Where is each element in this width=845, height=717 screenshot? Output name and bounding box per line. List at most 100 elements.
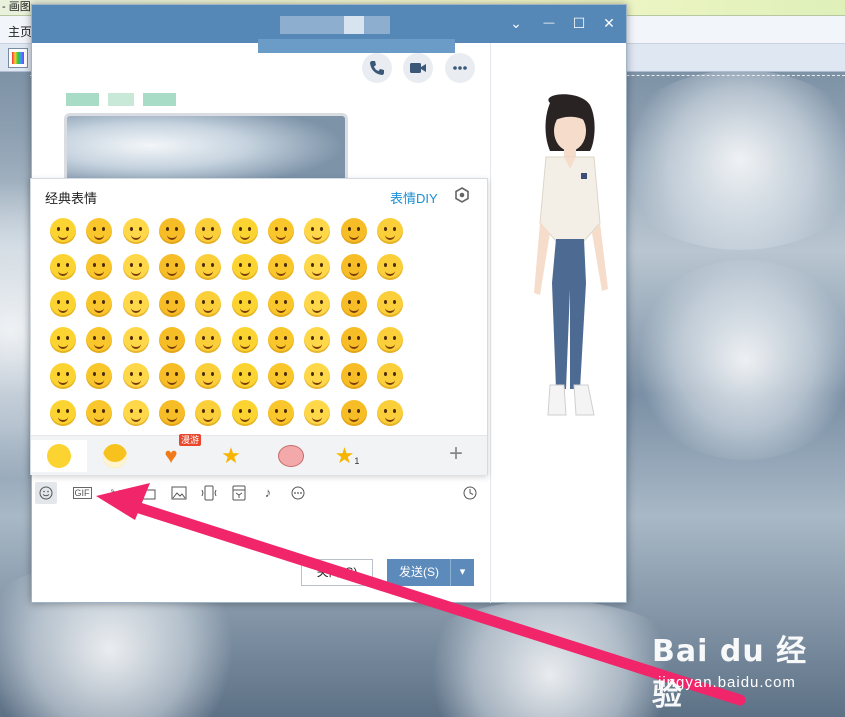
emoji-tab-cartoon[interactable] bbox=[263, 440, 319, 472]
gif-button[interactable]: GIF bbox=[69, 482, 95, 504]
emoji-cell[interactable] bbox=[335, 358, 371, 394]
add-emoji-button[interactable]: + bbox=[449, 440, 463, 468]
emoji-picker-button[interactable] bbox=[35, 482, 57, 504]
maximize-button[interactable]: ☐ bbox=[570, 14, 588, 32]
emoji-cell[interactable] bbox=[45, 286, 81, 322]
emoji-cell[interactable] bbox=[81, 394, 117, 430]
emoji-cell[interactable] bbox=[226, 358, 262, 394]
emoji-cell[interactable] bbox=[81, 249, 117, 285]
image-icon[interactable] bbox=[168, 482, 190, 504]
emoji-cell[interactable] bbox=[299, 213, 335, 249]
emoji-cell[interactable] bbox=[263, 322, 299, 358]
emoji-cell[interactable] bbox=[154, 394, 190, 430]
scissors-icon[interactable]: ✂ bbox=[105, 482, 127, 504]
emoji-cell[interactable] bbox=[154, 249, 190, 285]
emoji-cell[interactable] bbox=[118, 358, 154, 394]
color-palette-icon[interactable] bbox=[8, 48, 28, 68]
emoji-cell[interactable] bbox=[45, 213, 81, 249]
emoji-cell[interactable] bbox=[335, 286, 371, 322]
emoji-cell[interactable] bbox=[372, 358, 408, 394]
video-call-button[interactable] bbox=[403, 53, 433, 83]
emoji-cell[interactable] bbox=[81, 213, 117, 249]
more-options-button[interactable] bbox=[445, 53, 475, 83]
emoji-cell[interactable] bbox=[226, 286, 262, 322]
emoji-cell[interactable] bbox=[118, 322, 154, 358]
emoji-cell[interactable] bbox=[226, 249, 262, 285]
emoji-cell[interactable] bbox=[226, 213, 262, 249]
emoji-cell[interactable] bbox=[190, 358, 226, 394]
emoji-cell[interactable] bbox=[81, 322, 117, 358]
red-packet-icon[interactable] bbox=[228, 482, 250, 504]
emoji-cell[interactable] bbox=[154, 286, 190, 322]
emoji-cell[interactable] bbox=[263, 213, 299, 249]
gif-label: GIF bbox=[72, 487, 92, 499]
emoji-cell[interactable] bbox=[118, 249, 154, 285]
emoji-cell[interactable] bbox=[372, 322, 408, 358]
emoji-cell[interactable] bbox=[372, 286, 408, 322]
emoji-cell[interactable] bbox=[335, 322, 371, 358]
emoji-cell[interactable] bbox=[118, 394, 154, 430]
emoji-cell[interactable] bbox=[190, 322, 226, 358]
emoji-face-icon bbox=[267, 290, 294, 317]
message-history-clock-icon[interactable] bbox=[459, 482, 481, 504]
emoji-diy-link[interactable]: 表情DIY bbox=[390, 188, 438, 207]
emoji-cell[interactable] bbox=[45, 249, 81, 285]
emoji-cell[interactable] bbox=[263, 358, 299, 394]
send-options-dropdown[interactable]: ▾ bbox=[450, 559, 474, 586]
emoji-cell[interactable] bbox=[45, 358, 81, 394]
emoji-cell[interactable] bbox=[372, 249, 408, 285]
video-camera-icon bbox=[410, 63, 426, 73]
emoji-face-icon bbox=[376, 218, 403, 245]
emoji-cell[interactable] bbox=[154, 213, 190, 249]
emoji-face-icon bbox=[376, 327, 403, 354]
emoji-cell[interactable] bbox=[372, 213, 408, 249]
emoji-cell[interactable] bbox=[335, 394, 371, 430]
collapse-button[interactable]: ⌄ bbox=[507, 14, 525, 32]
voice-call-button[interactable] bbox=[362, 53, 392, 83]
emoji-cell[interactable] bbox=[154, 358, 190, 394]
send-button[interactable]: 发送(S) ▾ bbox=[387, 559, 474, 586]
emoji-cell[interactable] bbox=[263, 249, 299, 285]
emoji-cell[interactable] bbox=[372, 394, 408, 430]
shake-window-icon[interactable] bbox=[198, 482, 220, 504]
emoji-face-icon bbox=[195, 399, 222, 426]
folder-icon[interactable] bbox=[137, 482, 159, 504]
close-window-button[interactable]: ✕ bbox=[600, 14, 618, 32]
close-button[interactable]: 关闭(C) bbox=[301, 559, 373, 586]
emoji-cell[interactable] bbox=[118, 286, 154, 322]
emoji-cell[interactable] bbox=[190, 249, 226, 285]
more-tools-icon[interactable] bbox=[287, 482, 309, 504]
emoji-tab-smiley[interactable] bbox=[87, 440, 143, 472]
emoji-face-icon bbox=[376, 363, 403, 390]
emoji-cell[interactable] bbox=[299, 394, 335, 430]
emoji-cell[interactable] bbox=[45, 322, 81, 358]
emoji-cell[interactable] bbox=[226, 394, 262, 430]
emoji-cell[interactable] bbox=[118, 213, 154, 249]
emoji-cell[interactable] bbox=[45, 394, 81, 430]
emoji-cell[interactable] bbox=[226, 322, 262, 358]
emoji-tab-classic[interactable] bbox=[31, 440, 87, 472]
smiley-outline-icon bbox=[39, 486, 53, 500]
emoji-cell[interactable] bbox=[299, 249, 335, 285]
minimize-button[interactable]: — bbox=[540, 14, 558, 32]
emoji-cell[interactable] bbox=[263, 286, 299, 322]
emoji-cell[interactable] bbox=[299, 322, 335, 358]
chat-titlebar[interactable]: ⌄ — ☐ ✕ bbox=[32, 5, 626, 43]
music-note-icon[interactable]: ♪ bbox=[257, 482, 279, 504]
emoji-tab-star-one[interactable]: ★ 1 bbox=[319, 440, 375, 472]
emoji-cell[interactable] bbox=[81, 286, 117, 322]
ribbon-tab-home[interactable]: 主页 bbox=[8, 23, 32, 40]
emoji-cell[interactable] bbox=[81, 358, 117, 394]
emoji-cell[interactable] bbox=[335, 249, 371, 285]
settings-hexagon-icon[interactable] bbox=[454, 187, 470, 203]
emoji-cell[interactable] bbox=[190, 286, 226, 322]
emoji-cell[interactable] bbox=[190, 213, 226, 249]
emoji-cell[interactable] bbox=[335, 213, 371, 249]
emoji-cell[interactable] bbox=[299, 286, 335, 322]
emoji-face-icon bbox=[50, 290, 77, 317]
emoji-cell[interactable] bbox=[154, 322, 190, 358]
emoji-tab-favorites[interactable]: ★ bbox=[203, 440, 259, 472]
emoji-cell[interactable] bbox=[263, 394, 299, 430]
emoji-cell[interactable] bbox=[299, 358, 335, 394]
emoji-cell[interactable] bbox=[190, 394, 226, 430]
